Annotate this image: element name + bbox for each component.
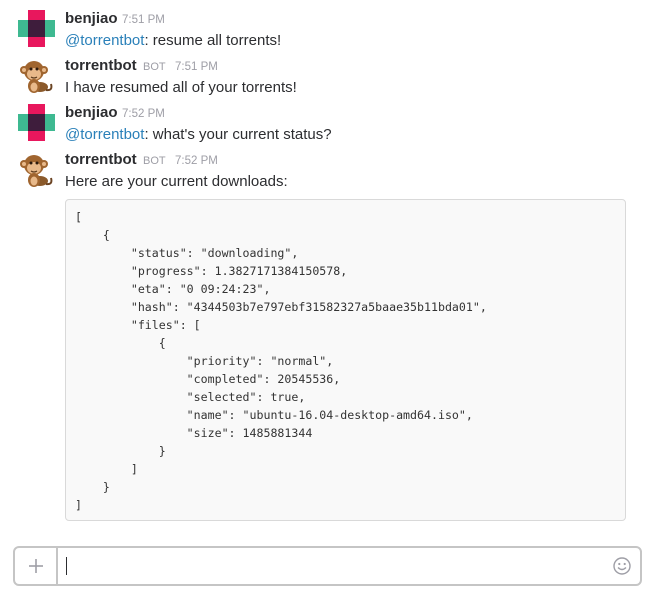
message-body: : resume all torrents!	[144, 32, 282, 49]
message-timestamp[interactable]: 7:52 PM	[122, 107, 165, 121]
user-avatar[interactable]	[18, 10, 55, 47]
message-item: benjiao 7:51 PM @torrentbot: resume all …	[0, 10, 655, 56]
user-avatar[interactable]	[18, 104, 55, 141]
message-body: Here are your current downloads:	[65, 173, 288, 190]
message-input[interactable]	[58, 548, 610, 584]
message-body: : what's your current status?	[144, 126, 332, 143]
message-item: torrentbot BOT 7:51 PM I have resumed al…	[0, 57, 655, 103]
message-author[interactable]: benjiao	[65, 104, 118, 122]
message-text: Here are your current downloads:	[65, 172, 288, 192]
bot-avatar[interactable]	[18, 57, 55, 94]
plus-icon	[28, 559, 43, 573]
text-caret	[66, 557, 67, 575]
code-block: [ { "status": "downloading", "progress":…	[65, 199, 626, 521]
code-block-text: [ { "status": "downloading", "progress":…	[75, 210, 487, 512]
bot-avatar[interactable]	[18, 151, 55, 188]
attach-button[interactable]	[15, 548, 58, 584]
message-timestamp[interactable]: 7:51 PM	[175, 60, 218, 74]
message-author[interactable]: torrentbot	[65, 151, 137, 169]
message-text: I have resumed all of your torrents!	[65, 78, 297, 98]
message-author[interactable]: torrentbot	[65, 57, 137, 75]
smiley-icon[interactable]	[612, 556, 632, 576]
bot-badge: BOT	[143, 61, 166, 73]
bot-badge: BOT	[143, 155, 166, 167]
message-timestamp[interactable]: 7:52 PM	[175, 154, 218, 168]
message-text: @torrentbot: resume all torrents!	[65, 31, 281, 51]
user-mention[interactable]: @torrentbot	[65, 32, 144, 49]
message-body: I have resumed all of your torrents!	[65, 79, 297, 96]
message-item: benjiao 7:52 PM @torrentbot: what's your…	[0, 104, 655, 150]
message-timestamp[interactable]: 7:51 PM	[122, 13, 165, 27]
message-text: @torrentbot: what's your current status?	[65, 125, 332, 145]
message-author[interactable]: benjiao	[65, 10, 118, 28]
user-mention[interactable]: @torrentbot	[65, 126, 144, 143]
message-composer	[13, 546, 642, 586]
